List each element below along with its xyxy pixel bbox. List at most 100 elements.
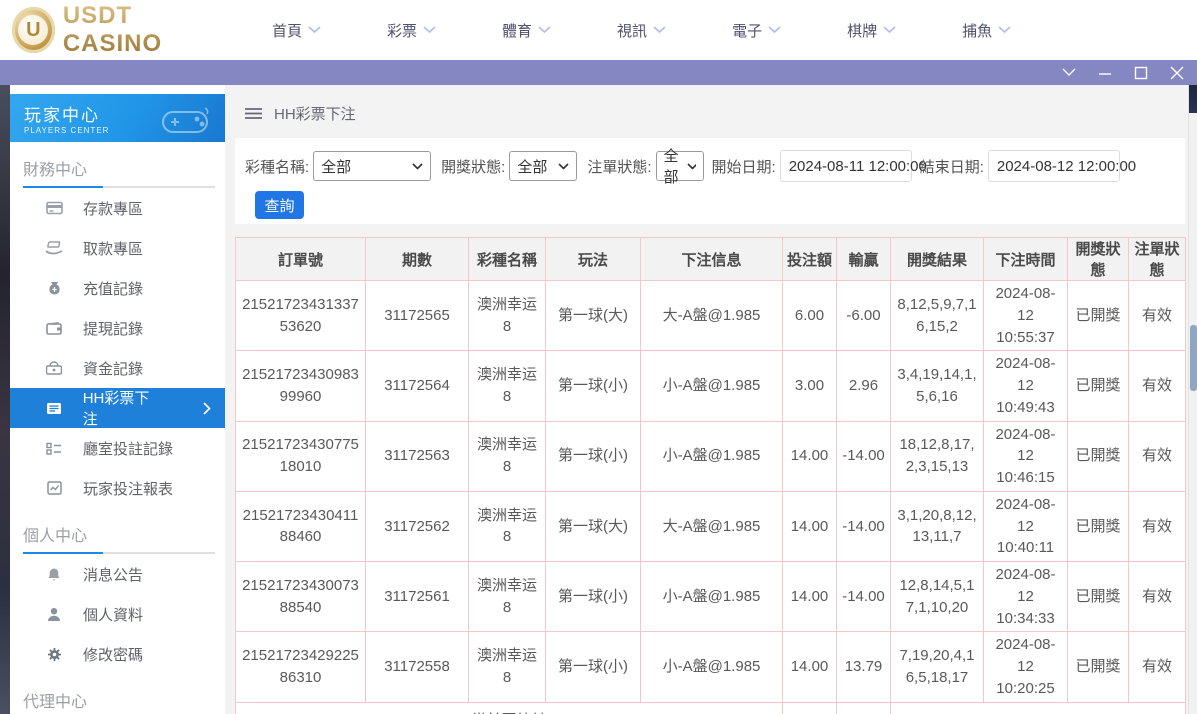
chevron-down-icon bbox=[998, 26, 1011, 34]
order-status-select[interactable]: 全部 bbox=[656, 151, 704, 181]
window-maximize-button[interactable] bbox=[1133, 65, 1149, 81]
cell-draw-status: 已開獎 bbox=[1068, 421, 1129, 491]
cell-order-no: 2152172343007388540 bbox=[236, 562, 366, 632]
cell-bet-time: 2024-08-12 10:20:25 bbox=[984, 632, 1068, 702]
col-lottery-name: 彩種名稱 bbox=[469, 238, 546, 281]
cell-period: 31172563 bbox=[366, 421, 469, 491]
nav-item-cards[interactable]: 棋牌 bbox=[847, 20, 896, 41]
sidebar-item-profile[interactable]: 個人資料 bbox=[10, 594, 225, 634]
lottery-name-label: 彩種名稱: bbox=[245, 156, 309, 177]
nav-item-live[interactable]: 視訊 bbox=[617, 20, 666, 41]
cell-lottery-name: 澳洲幸运8 bbox=[469, 351, 546, 421]
table-row: 2152172343041188460 31172562 澳洲幸运8 第一球(大… bbox=[236, 491, 1186, 561]
sidebar-item-hh-lottery-bets[interactable]: HH彩票下注 bbox=[10, 388, 225, 428]
scrollbar-thumb[interactable] bbox=[1190, 325, 1197, 391]
sidebar-item-label: 提現記錄 bbox=[83, 318, 143, 339]
cell-draw-result: 3,4,19,14,1,5,6,16 bbox=[891, 351, 984, 421]
cell-bet-info: 小-A盤@1.985 bbox=[641, 632, 783, 702]
cell-play-type: 第一球(小) bbox=[546, 351, 641, 421]
gamepad-icon bbox=[157, 104, 213, 138]
table-row: 2152172343098399960 31172564 澳洲幸运8 第一球(小… bbox=[236, 351, 1186, 421]
start-date-input[interactable]: 2024-08-11 12:00:00 bbox=[780, 150, 912, 182]
cell-draw-result: 7,19,20,4,16,5,18,17 bbox=[891, 632, 984, 702]
background-edge-strip bbox=[0, 85, 10, 714]
cell-period: 31172561 bbox=[366, 562, 469, 632]
window-titlebar bbox=[0, 60, 1197, 85]
cell-draw-status: 已開獎 bbox=[1068, 562, 1129, 632]
cell-play-type: 第一球(小) bbox=[546, 632, 641, 702]
window-body: 玩家中心 PLAYERS CENTER 財務中心 存款專區 取款專區 bbox=[0, 85, 1197, 714]
nav-item-home[interactable]: 首頁 bbox=[272, 20, 321, 41]
nav-label: 彩票 bbox=[387, 20, 417, 41]
draw-status-label: 開獎狀態: bbox=[441, 156, 505, 177]
col-draw-status: 開獎狀態 bbox=[1068, 238, 1129, 281]
sidebar-item-label: 廳室投註記錄 bbox=[83, 438, 173, 459]
sidebar-item-recharge-records[interactable]: 充值記錄 bbox=[10, 268, 225, 308]
draw-status-select[interactable]: 全部 bbox=[509, 151, 577, 181]
cell-bet-amount: 14.00 bbox=[783, 562, 837, 632]
site-logo[interactable]: U USDT CASINO bbox=[12, 2, 227, 58]
window-minimize-button[interactable] bbox=[1097, 65, 1113, 81]
nav-item-fishing[interactable]: 捕魚 bbox=[962, 20, 1011, 41]
scrollbar-track[interactable] bbox=[1188, 85, 1197, 714]
sidebar-item-deposit[interactable]: 存款專區 bbox=[10, 188, 225, 228]
sidebar-item-player-bet-report[interactable]: 玩家投注報表 bbox=[10, 468, 225, 508]
section-underline bbox=[23, 552, 215, 554]
cell-win-loss: -14.00 bbox=[837, 491, 891, 561]
end-date-input[interactable]: 2024-08-12 12:00:00 bbox=[988, 150, 1120, 182]
cell-lottery-name: 澳洲幸运8 bbox=[469, 632, 546, 702]
sidebar-item-room-bet-records[interactable]: 廳室投註記錄 bbox=[10, 428, 225, 468]
sidebar-section-agent: 代理中心 bbox=[10, 674, 225, 714]
table-header-row: 訂單號 期數 彩種名稱 玩法 下注信息 投注額 輸贏 開獎結果 下注時間 開獎狀… bbox=[236, 238, 1186, 281]
cell-bet-time: 2024-08-12 10:46:15 bbox=[984, 421, 1068, 491]
cell-order-status: 有效 bbox=[1129, 421, 1186, 491]
cell-draw-status: 已開獎 bbox=[1068, 281, 1129, 351]
window-collapse-button[interactable] bbox=[1061, 65, 1077, 81]
start-date-label: 開始日期: bbox=[712, 156, 776, 177]
cell-win-loss: 2.96 bbox=[837, 351, 891, 421]
cell-bet-amount: 14.00 bbox=[783, 491, 837, 561]
cell-bet-info: 大-A盤@1.985 bbox=[641, 281, 783, 351]
sidebar-item-announcements[interactable]: 消息公告 bbox=[10, 554, 225, 594]
nav-item-sports[interactable]: 體育 bbox=[502, 20, 551, 41]
cell-bet-info: 小-A盤@1.985 bbox=[641, 421, 783, 491]
close-icon bbox=[1170, 66, 1184, 80]
cell-order-no: 2152172343133753620 bbox=[236, 281, 366, 351]
cell-win-loss: -14.00 bbox=[837, 421, 891, 491]
sidebar-header: 玩家中心 PLAYERS CENTER bbox=[10, 94, 225, 142]
nav-item-lottery[interactable]: 彩票 bbox=[387, 20, 436, 41]
selected-value: 全部 bbox=[664, 145, 687, 187]
cell-draw-result: 12,8,14,5,17,1,10,20 bbox=[891, 562, 984, 632]
cell-play-type: 第一球(大) bbox=[546, 491, 641, 561]
sidebar-item-fund-records[interactable]: 資金記錄 bbox=[10, 348, 225, 388]
cell-bet-info: 小-A盤@1.985 bbox=[641, 351, 783, 421]
table-row: 2152172343077518010 31172563 澳洲幸运8 第一球(小… bbox=[236, 421, 1186, 491]
purse-icon bbox=[45, 361, 63, 375]
hamburger-icon[interactable] bbox=[245, 107, 262, 120]
search-button[interactable]: 查詢 bbox=[255, 191, 304, 219]
lottery-name-select[interactable]: 全部 bbox=[313, 151, 431, 181]
logo-wordmark: USDT CASINO bbox=[63, 2, 227, 58]
cell-draw-status: 已開獎 bbox=[1068, 351, 1129, 421]
sidebar-section-finance: 財務中心 bbox=[10, 142, 225, 186]
logo-monogram: U bbox=[18, 15, 48, 45]
table-row: 2152172343007388540 31172561 澳洲幸运8 第一球(小… bbox=[236, 562, 1186, 632]
nav-label: 視訊 bbox=[617, 20, 647, 41]
background-banner-corner bbox=[1189, 85, 1197, 113]
sidebar-item-label: 修改密碼 bbox=[83, 644, 143, 665]
bell-icon bbox=[45, 567, 63, 582]
gear-icon bbox=[45, 647, 63, 662]
window-close-button[interactable] bbox=[1169, 65, 1185, 81]
col-bet-time: 下注時間 bbox=[984, 238, 1068, 281]
sidebar-item-change-password[interactable]: 修改密碼 bbox=[10, 634, 225, 674]
cell-bet-time: 2024-08-12 10:55:37 bbox=[984, 281, 1068, 351]
cell-lottery-name: 澳洲幸运8 bbox=[469, 421, 546, 491]
report-icon bbox=[45, 481, 63, 495]
col-order-status: 注單狀態 bbox=[1129, 238, 1186, 281]
cell-order-no: 2152172342922586310 bbox=[236, 632, 366, 702]
nav-item-slots[interactable]: 電子 bbox=[732, 20, 781, 41]
chevron-down-icon bbox=[308, 26, 321, 34]
cell-bet-amount: 3.00 bbox=[783, 351, 837, 421]
sidebar-item-withdrawal-records[interactable]: 提現記錄 bbox=[10, 308, 225, 348]
sidebar-item-withdraw[interactable]: 取款專區 bbox=[10, 228, 225, 268]
